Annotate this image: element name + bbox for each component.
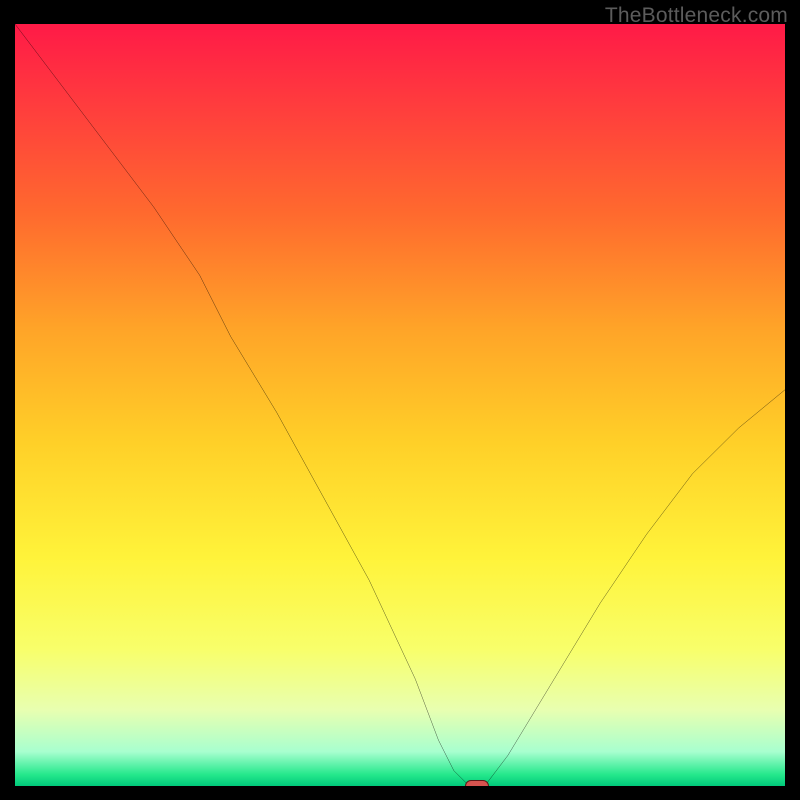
curve-layer [15, 24, 785, 786]
chart-frame: TheBottleneck.com [0, 0, 800, 800]
plot-area [15, 24, 785, 786]
bottleneck-curve [15, 24, 785, 786]
minimum-marker [465, 780, 490, 786]
